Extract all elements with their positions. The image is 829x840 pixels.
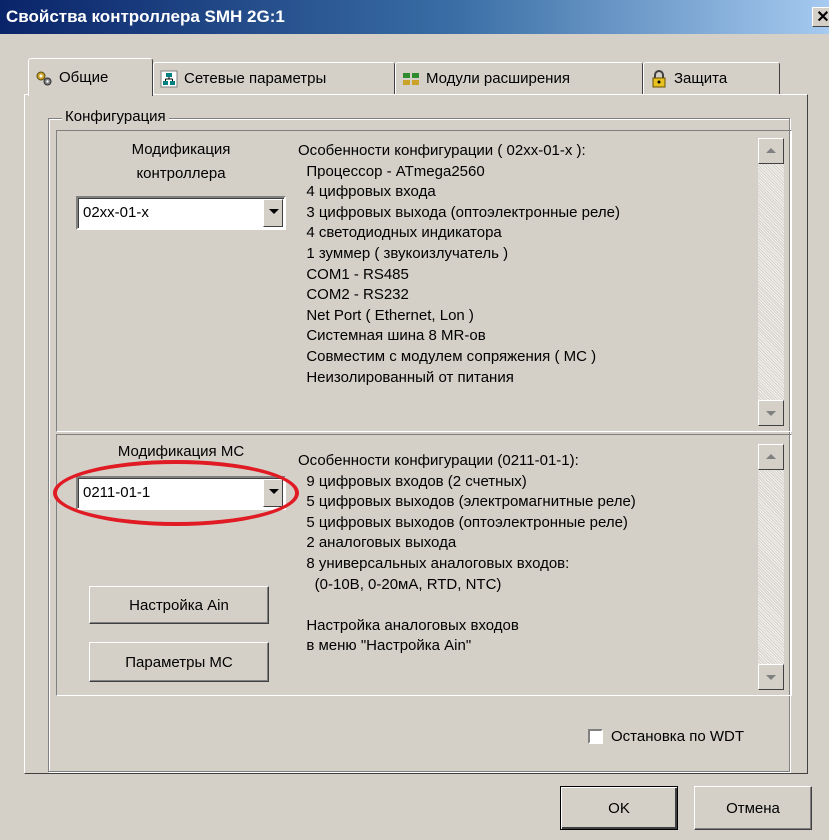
description-line: 2 аналоговых выхода — [298, 534, 457, 552]
scroll-down-icon[interactable] — [758, 664, 784, 690]
controller-modification-label: Модификация контроллера — [76, 138, 286, 186]
groupbox-title: Конфигурация — [62, 108, 169, 125]
controller-description-scrollbar[interactable] — [758, 138, 784, 426]
controller-modification-select[interactable]: 02xx-01-x — [76, 196, 286, 230]
tab-expansion-modules[interactable]: Модули расширения — [395, 62, 643, 94]
red-highlight-ellipse — [53, 460, 299, 526]
description-line: Net Port ( Ethernet, Lon ) — [298, 306, 474, 324]
label-line: контроллера — [136, 165, 226, 182]
properties-dialog: Свойства контроллера SMH 2G:1 ✕ Общие Се… — [0, 0, 829, 840]
modules-icon — [403, 72, 419, 85]
description-line: Настройка аналоговых входов — [298, 616, 519, 634]
description-line: Процессор - ATmega2560 — [298, 162, 485, 180]
description-line: 9 цифровых входов (2 счетных) — [298, 472, 527, 490]
description-line: COM1 - RS485 — [298, 265, 409, 283]
controller-description: Особенности конфигурации ( 02xx-01-x ): … — [298, 141, 620, 388]
description-line: Совместим с модулем сопряжения ( МС ) — [298, 347, 597, 365]
ok-button[interactable]: OK — [560, 786, 678, 830]
tab-general[interactable]: Общие — [28, 58, 153, 96]
close-button[interactable]: ✕ — [812, 7, 829, 27]
description-line: Неизолированный от питания — [298, 368, 514, 386]
mc-description-scrollbar[interactable] — [758, 444, 784, 690]
description-line: 4 светодиодных индикатора — [298, 224, 502, 242]
gears-icon — [36, 71, 52, 85]
description-line — [298, 595, 636, 616]
tab-label: Модули расширения — [426, 70, 570, 87]
description-line: Особенности конфигурации (0211-01-1): — [298, 452, 579, 469]
description-line: 3 цифровых выхода (оптоэлектронные реле) — [298, 203, 620, 221]
tab-label: Общие — [59, 69, 109, 86]
tab-label: Сетевые параметры — [184, 70, 327, 87]
wdt-stop-checkbox[interactable] — [588, 729, 603, 744]
description-line: Системная шина 8 MR-ов — [298, 327, 486, 345]
mc-description: Особенности конфигурации (0211-01-1): 9 … — [298, 451, 636, 657]
network-icon — [160, 70, 178, 87]
label-line: Модификация — [131, 141, 231, 158]
description-line: Особенности конфигурации ( 02xx-01-x ): — [298, 142, 586, 159]
window-title: Свойства контроллера SMH 2G:1 — [6, 7, 285, 26]
description-line: 4 цифровых входа — [298, 183, 436, 201]
tab-label: Защита — [674, 70, 728, 87]
description-line: в меню "Настройка Ain" — [298, 637, 472, 655]
wdt-stop-option[interactable]: Остановка по WDT — [588, 728, 744, 745]
title-bar[interactable]: Свойства контроллера SMH 2G:1 ✕ — [0, 0, 829, 34]
scroll-up-icon[interactable] — [758, 444, 784, 470]
description-line: 5 цифровых выходов (оптоэлектронные реле… — [298, 513, 628, 531]
chevron-down-icon[interactable] — [263, 199, 283, 227]
close-icon: ✕ — [816, 9, 829, 26]
description-line: 8 универсальных аналоговых входов: — [298, 554, 570, 572]
ain-settings-button[interactable]: Настройка Ain — [89, 586, 269, 624]
tab-protection[interactable]: Защита — [643, 62, 780, 94]
tab-network[interactable]: Сетевые параметры — [153, 62, 395, 94]
description-line: (0-10В, 0-20мА, RTD, NTC) — [298, 575, 502, 593]
scroll-up-icon[interactable] — [758, 138, 784, 164]
scroll-down-icon[interactable] — [758, 400, 784, 426]
cancel-button[interactable]: Отмена — [694, 786, 812, 830]
wdt-stop-label: Остановка по WDT — [611, 728, 744, 745]
description-line: 1 зуммер ( звукоизлучатель ) — [298, 244, 509, 262]
mc-parameters-button[interactable]: Параметры МС — [89, 642, 269, 682]
description-line: 5 цифровых выходов (электромагнитные рел… — [298, 493, 636, 511]
description-line: COM2 - RS232 — [298, 286, 409, 304]
selected-value: 02xx-01-x — [83, 204, 149, 221]
lock-icon — [652, 69, 666, 87]
